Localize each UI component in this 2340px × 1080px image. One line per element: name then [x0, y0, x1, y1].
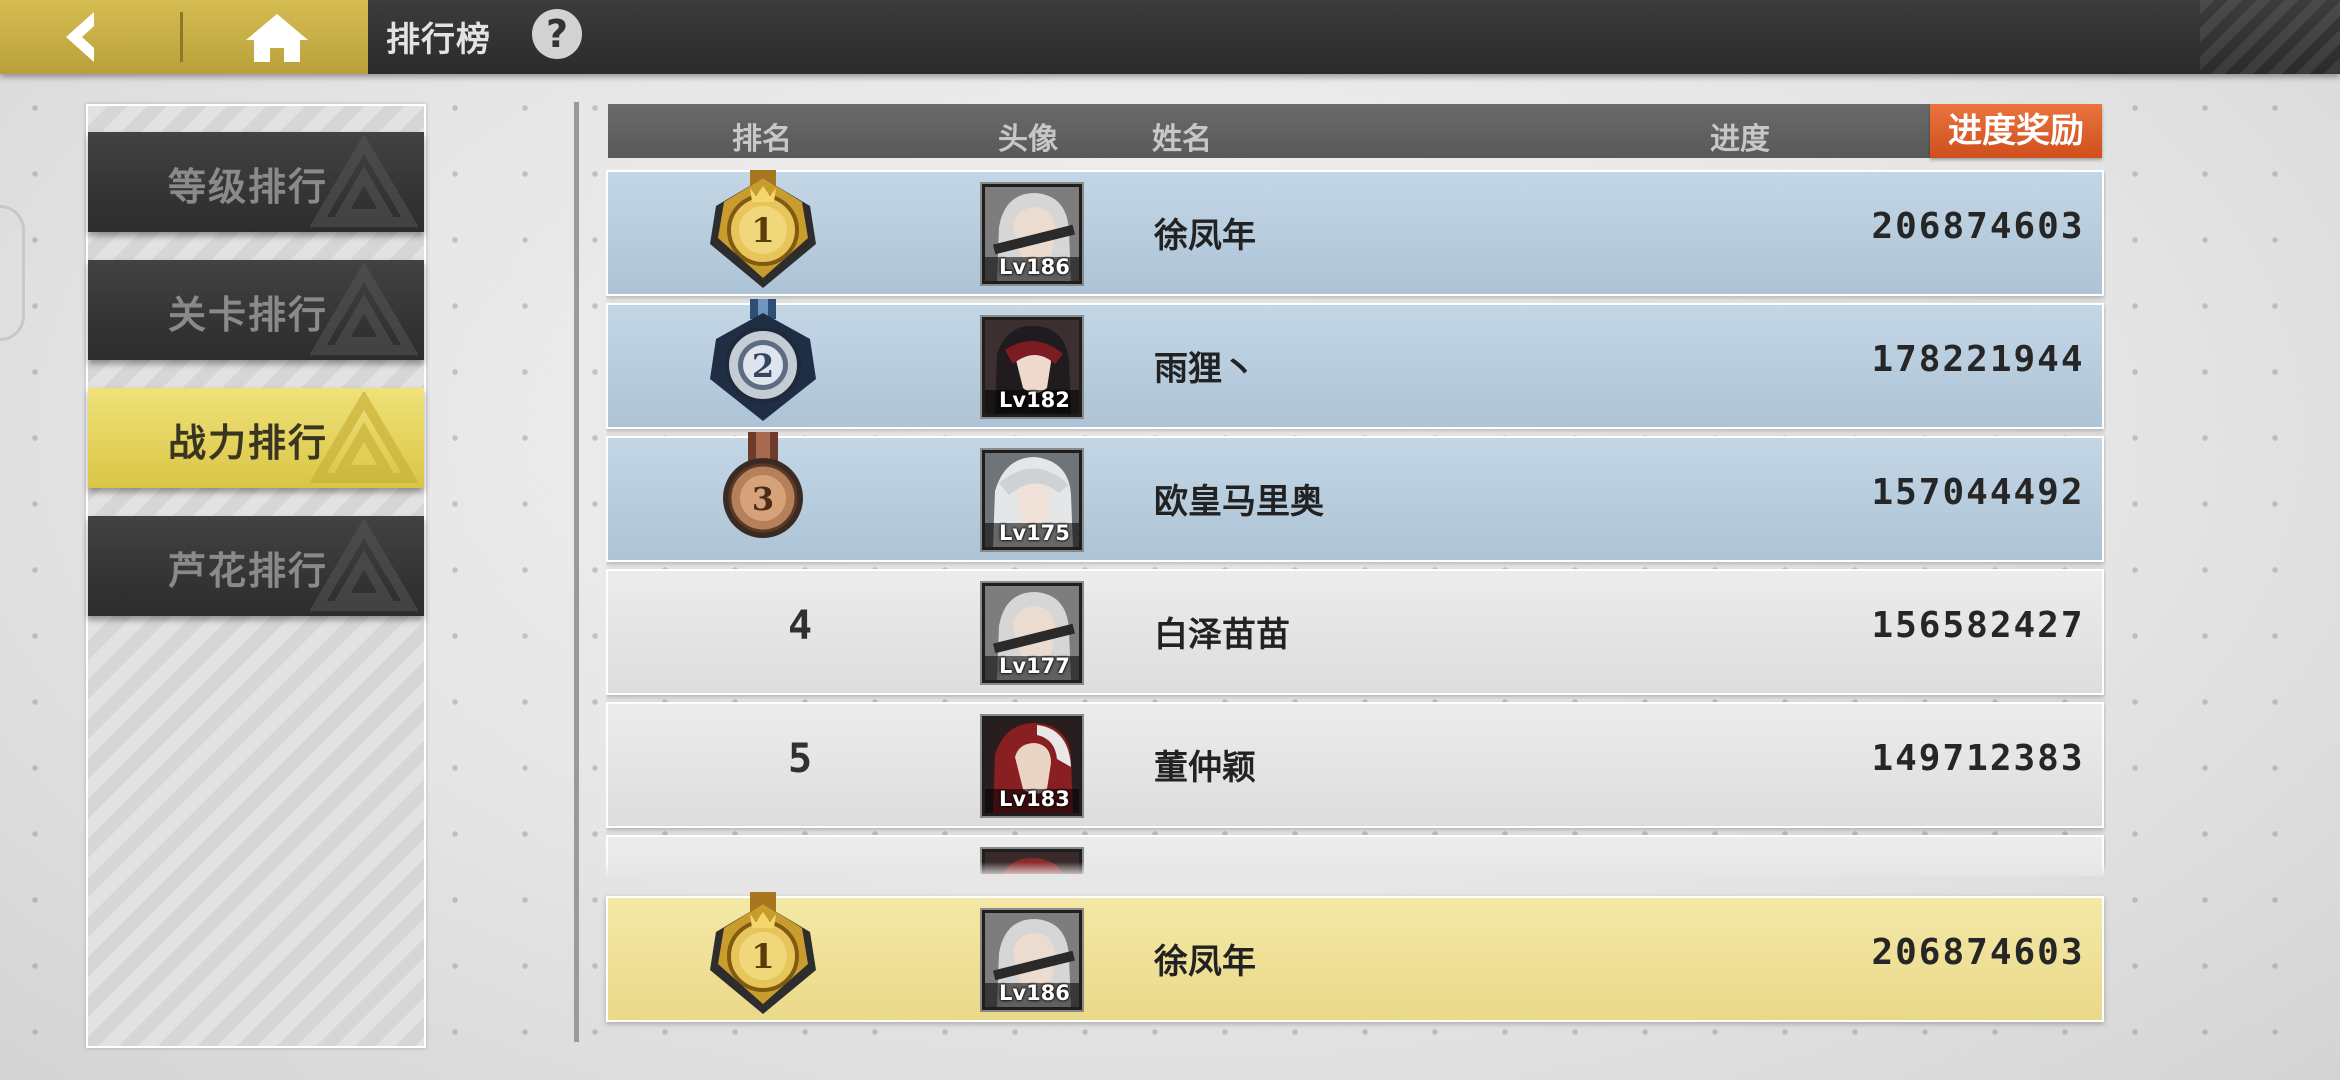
table-row[interactable]: 3 Lv175 欧皇马里奥 157044492 [606, 432, 2104, 562]
home-icon [246, 14, 308, 62]
ranking-category-sidebar: 等级排行 关卡排行 战力排行 芦花排行 [86, 104, 426, 1048]
my-rank-row[interactable]: 1 Lv186 徐凤年 206874603 [606, 892, 2104, 1022]
bronze-medal-icon: 3 [723, 432, 803, 538]
avatar[interactable]: Lv182 [980, 315, 1084, 419]
tab-label: 关卡排行 [168, 293, 329, 337]
player-name: 董仲颖 [1154, 748, 1256, 788]
my-rank-section: 1 Lv186 徐凤年 206874603 [606, 892, 2106, 1022]
back-button[interactable] [50, 8, 120, 66]
tab-label: 战力排行 [168, 421, 329, 465]
table-row[interactable]: 5 Lv183 董仲颖 149712383 [606, 702, 2104, 828]
player-score: 149712383 [1871, 738, 2085, 779]
page-title: 排行榜 [386, 20, 491, 60]
home-button[interactable] [240, 10, 314, 66]
player-name: 雨狸丶 [1154, 349, 1256, 389]
player-level: Lv182 [999, 388, 1070, 412]
tab-label: 芦花排行 [168, 549, 329, 593]
table-header: 排名 头像 姓名 进度 [608, 104, 2102, 158]
player-level: Lv186 [999, 255, 1070, 279]
tab-power-ranking[interactable]: 战力排行 [88, 388, 424, 488]
player-score: 157044492 [1871, 472, 2085, 513]
panel-divider [574, 102, 579, 1042]
top-bar: 排行榜 ? [0, 0, 2340, 74]
progress-reward-button[interactable]: 进度奖励 [1930, 104, 2102, 158]
svg-text:1: 1 [751, 937, 775, 977]
silver-medal-icon: 2 [710, 299, 816, 421]
gold-medal-icon: 1 [710, 170, 816, 288]
rank-number: 5 [787, 736, 813, 782]
svg-text:3: 3 [752, 480, 774, 518]
list-fade [606, 862, 2106, 876]
player-score: 156582427 [1871, 605, 2085, 646]
tab-level-ranking[interactable]: 等级排行 [88, 132, 424, 232]
rank-number: 4 [787, 603, 813, 649]
player-level: Lv183 [999, 787, 1070, 811]
header-progress: 进度 [1710, 122, 1770, 157]
avatar[interactable]: Lv177 [980, 581, 1084, 685]
back-arrow-icon [66, 12, 94, 62]
player-score: 178221944 [1871, 339, 2085, 380]
avatar[interactable]: Lv186 [980, 182, 1084, 286]
avatar[interactable]: Lv175 [980, 448, 1084, 552]
table-row[interactable]: 1 Lv186 徐凤年 206874603 [606, 170, 2104, 296]
player-name: 徐凤年 [1154, 216, 1256, 256]
svg-text:2: 2 [752, 347, 774, 385]
side-handle [0, 205, 25, 341]
tab-luhua-ranking[interactable]: 芦花排行 [88, 516, 424, 616]
player-name: 欧皇马里奥 [1154, 482, 1324, 522]
header-name: 姓名 [1152, 122, 1212, 157]
svg-text:1: 1 [751, 211, 775, 251]
header-rank: 排名 [732, 122, 792, 157]
player-name: 白泽苗苗 [1154, 615, 1290, 655]
player-level: Lv175 [999, 521, 1070, 545]
player-score: 206874603 [1871, 932, 2085, 973]
header-avatar: 头像 [998, 122, 1058, 157]
player-name: 徐凤年 [1154, 942, 1256, 982]
avatar[interactable]: Lv183 [980, 714, 1084, 818]
tab-label: 等级排行 [168, 165, 329, 209]
player-level: Lv186 [999, 981, 1070, 1005]
tab-stage-ranking[interactable]: 关卡排行 [88, 260, 424, 360]
ranking-list[interactable]: 1 Lv186 徐凤年 206874603 2 Lv182 雨狸丶 178221… [606, 170, 2106, 874]
player-score: 206874603 [1871, 206, 2085, 247]
player-level: Lv177 [999, 654, 1070, 678]
nav-divider [180, 12, 183, 62]
table-row[interactable]: 2 Lv182 雨狸丶 178221944 [606, 299, 2104, 429]
nav-buttons [0, 0, 368, 74]
gold-medal-icon: 1 [710, 892, 816, 1014]
table-row[interactable]: 4 Lv177 白泽苗苗 156582427 [606, 569, 2104, 695]
help-icon[interactable]: ? [532, 9, 582, 59]
avatar[interactable]: Lv186 [980, 908, 1084, 1012]
